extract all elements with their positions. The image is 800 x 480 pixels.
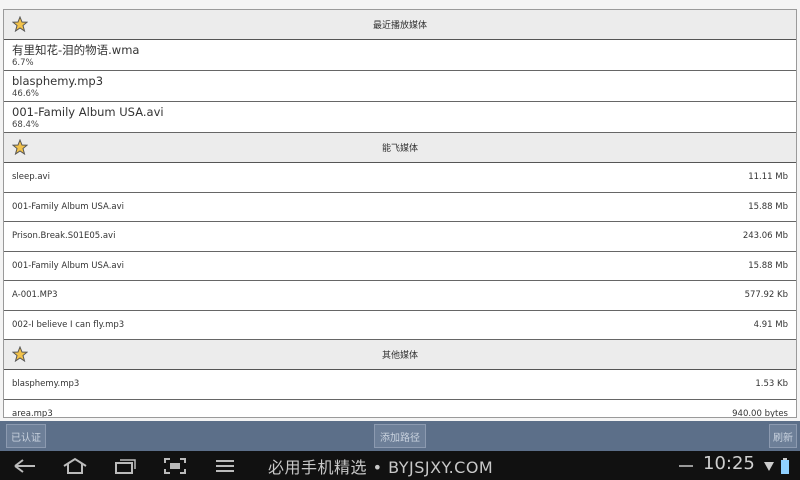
file-name: 001-Family Album USA.avi <box>12 201 125 212</box>
section-title: 最近播放媒体 <box>372 21 427 31</box>
section-header-other: 其他媒体 <box>4 340 796 370</box>
file-size: 1.53 Kb <box>755 379 788 390</box>
action-bar: 已认证 添加路径 刷新 <box>0 421 800 451</box>
file-name: Prison.Break.S01E05.avi <box>12 231 116 242</box>
add-path-button[interactable]: 添加路径 <box>374 424 426 448</box>
minimize-icon <box>676 451 696 480</box>
star-icon <box>12 346 28 362</box>
section-header-recent: 最近播放媒体 <box>4 10 796 40</box>
section-title: 其他媒体 <box>381 351 418 361</box>
file-size: 577.92 Kb <box>744 290 788 301</box>
media-name: blasphemy.mp3 <box>12 74 104 88</box>
playback-progress: 68.4% <box>12 120 40 130</box>
file-name: 002-I believe I can fly.mp3 <box>12 319 125 330</box>
playback-progress: 46.6% <box>12 89 40 99</box>
wifi-icon <box>762 451 776 480</box>
list-item[interactable]: area.mp3 940.00 bytes <box>4 399 796 418</box>
file-size: 940.00 bytes <box>732 408 788 418</box>
file-size: 15.88 Mb <box>748 260 788 271</box>
status-clock[interactable]: 10:25 <box>703 453 755 474</box>
watermark-text: 必用手机精选 • BYJSJXY.COM <box>268 458 494 477</box>
recent-item[interactable]: 001-Family Album USA.avi 68.4% <box>4 102 796 133</box>
screenshot-icon[interactable] <box>160 451 190 480</box>
menu-icon[interactable] <box>210 451 240 480</box>
media-app: 最近播放媒体 有里知花-泪的物语.wma 6.7% blasphemy.mp3 … <box>0 0 800 480</box>
file-name: sleep.avi <box>12 172 50 183</box>
list-item[interactable]: blasphemy.mp3 1.53 Kb <box>4 370 796 400</box>
battery-icon <box>778 451 792 480</box>
media-list[interactable]: 最近播放媒体 有里知花-泪的物语.wma 6.7% blasphemy.mp3 … <box>3 9 797 418</box>
media-name: 有里知花-泪的物语.wma <box>12 43 140 57</box>
star-icon <box>12 16 28 32</box>
file-size: 15.88 Mb <box>748 201 788 212</box>
list-item[interactable]: Prison.Break.S01E05.avi 243.06 Mb <box>4 222 796 252</box>
home-icon[interactable] <box>58 451 92 480</box>
file-name: 001-Family Album USA.avi <box>12 260 125 271</box>
file-size: 11.11 Mb <box>748 172 788 183</box>
system-bar: 必用手机精选 • BYJSJXY.COM 10:25 <box>0 451 800 480</box>
playback-progress: 6.7% <box>12 58 34 68</box>
list-item[interactable]: 001-Family Album USA.avi 15.88 Mb <box>4 192 796 222</box>
list-item[interactable]: 001-Family Album USA.avi 15.88 Mb <box>4 251 796 281</box>
file-name: blasphemy.mp3 <box>12 379 80 390</box>
refresh-button[interactable]: 刷新 <box>769 424 797 448</box>
star-icon <box>12 139 28 155</box>
file-size: 243.06 Mb <box>742 231 788 242</box>
recent-item[interactable]: blasphemy.mp3 46.6% <box>4 71 796 102</box>
file-name: A-001.MP3 <box>12 290 58 301</box>
verified-button[interactable]: 已认证 <box>6 424 46 448</box>
list-item[interactable]: sleep.avi 11.11 Mb <box>4 163 796 193</box>
section-title: 能飞媒体 <box>381 144 418 154</box>
file-name: area.mp3 <box>12 408 53 418</box>
list-item[interactable]: 002-I believe I can fly.mp3 4.91 Mb <box>4 310 796 340</box>
back-icon[interactable] <box>10 451 40 480</box>
recent-item[interactable]: 有里知花-泪的物语.wma 6.7% <box>4 40 796 71</box>
file-size: 4.91 Mb <box>753 319 788 330</box>
recent-apps-icon[interactable] <box>110 451 140 480</box>
list-item[interactable]: A-001.MP3 577.92 Kb <box>4 281 796 311</box>
media-name: 001-Family Album USA.avi <box>12 105 164 119</box>
section-header-cloud: 能飞媒体 <box>4 133 796 163</box>
